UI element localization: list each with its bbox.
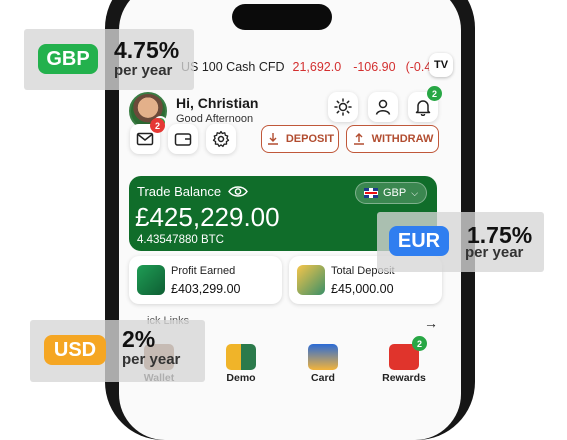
- chart-icon: [226, 344, 256, 370]
- quick-link-label: Rewards: [382, 372, 426, 384]
- bell-icon: [415, 100, 431, 116]
- deposit-coins-icon: [297, 265, 325, 295]
- chevron-down-icon: ⌵: [411, 187, 419, 198]
- settings-button[interactable]: [206, 124, 236, 154]
- quick-link-card[interactable]: Card: [293, 344, 353, 384]
- withdraw-button[interactable]: WITHDRAW: [346, 125, 439, 153]
- uk-flag-icon: [363, 188, 378, 198]
- money-icon: [137, 265, 165, 295]
- profile-button[interactable]: [368, 92, 398, 122]
- currency-selector[interactable]: GBP ⌵: [355, 182, 427, 204]
- rate-value-usd: 2%: [122, 326, 156, 352]
- currency-pill-gbp: GBP: [38, 44, 98, 74]
- balance-btc: 4.43547880 BTC: [137, 234, 224, 246]
- currency-code: GBP: [382, 187, 407, 199]
- profit-earned-card[interactable]: Profit Earned £403,299.00: [129, 256, 282, 304]
- balance-amount: £425,229.00: [135, 202, 280, 232]
- rate-period-gbp: per year: [114, 62, 173, 79]
- wallet-icon: [174, 133, 192, 146]
- deposit-icon: [267, 133, 278, 145]
- quick-link-label: Card: [311, 372, 335, 384]
- profit-label: Profit Earned: [171, 265, 236, 277]
- rewards-count-badge: 2: [412, 336, 427, 351]
- notifications-count-badge: 2: [427, 86, 442, 101]
- theme-toggle-button[interactable]: [328, 92, 358, 122]
- quick-link-rewards[interactable]: 2 Rewards: [374, 336, 434, 384]
- gear-icon: [212, 130, 230, 148]
- ticker-price: 21,692.0: [292, 60, 342, 74]
- wallet-button[interactable]: [168, 124, 198, 154]
- sun-icon: [334, 98, 352, 116]
- card-icon: [308, 344, 338, 370]
- user-icon: [375, 99, 391, 115]
- rate-period-usd: per year: [122, 351, 181, 368]
- tradingview-logo-icon[interactable]: TV: [429, 53, 453, 77]
- quick-link-demo[interactable]: Demo: [211, 344, 271, 384]
- dynamic-island: [232, 4, 332, 30]
- eye-icon[interactable]: [228, 185, 248, 198]
- currency-pill-usd: USD: [44, 335, 106, 365]
- withdraw-label: WITHDRAW: [371, 133, 434, 145]
- balance-label: Trade Balance: [137, 184, 222, 199]
- gift-icon: 2: [389, 336, 427, 370]
- messages-count-badge: 2: [150, 118, 165, 133]
- ticker-symbol: US 100 Cash CFD: [181, 60, 285, 74]
- rate-value-gbp: 4.75%: [114, 37, 180, 63]
- rate-period-eur: per year: [465, 244, 524, 261]
- profit-value: £403,299.00: [171, 282, 241, 296]
- rate-card-usd: USD 2% per year: [30, 320, 205, 382]
- ticker-change: -106.90: [353, 60, 396, 74]
- greeting-text: Hi, Christian: [176, 95, 259, 111]
- rate-card-eur: EUR 1.75% per year: [377, 212, 544, 272]
- deposit-label: DEPOSIT: [285, 133, 335, 145]
- arrow-right-icon[interactable]: →: [424, 315, 438, 331]
- deposit-total-value: £45,000.00: [331, 282, 394, 296]
- withdraw-icon: [353, 133, 364, 145]
- notifications-button[interactable]: 2: [408, 86, 442, 122]
- currency-pill-eur: EUR: [389, 226, 449, 256]
- quick-link-label: Demo: [226, 372, 256, 384]
- deposit-button[interactable]: DEPOSIT: [261, 125, 339, 153]
- mail-icon: [136, 132, 154, 146]
- rate-card-gbp: GBP 4.75% per year: [24, 29, 194, 90]
- messages-button[interactable]: 2: [130, 118, 165, 154]
